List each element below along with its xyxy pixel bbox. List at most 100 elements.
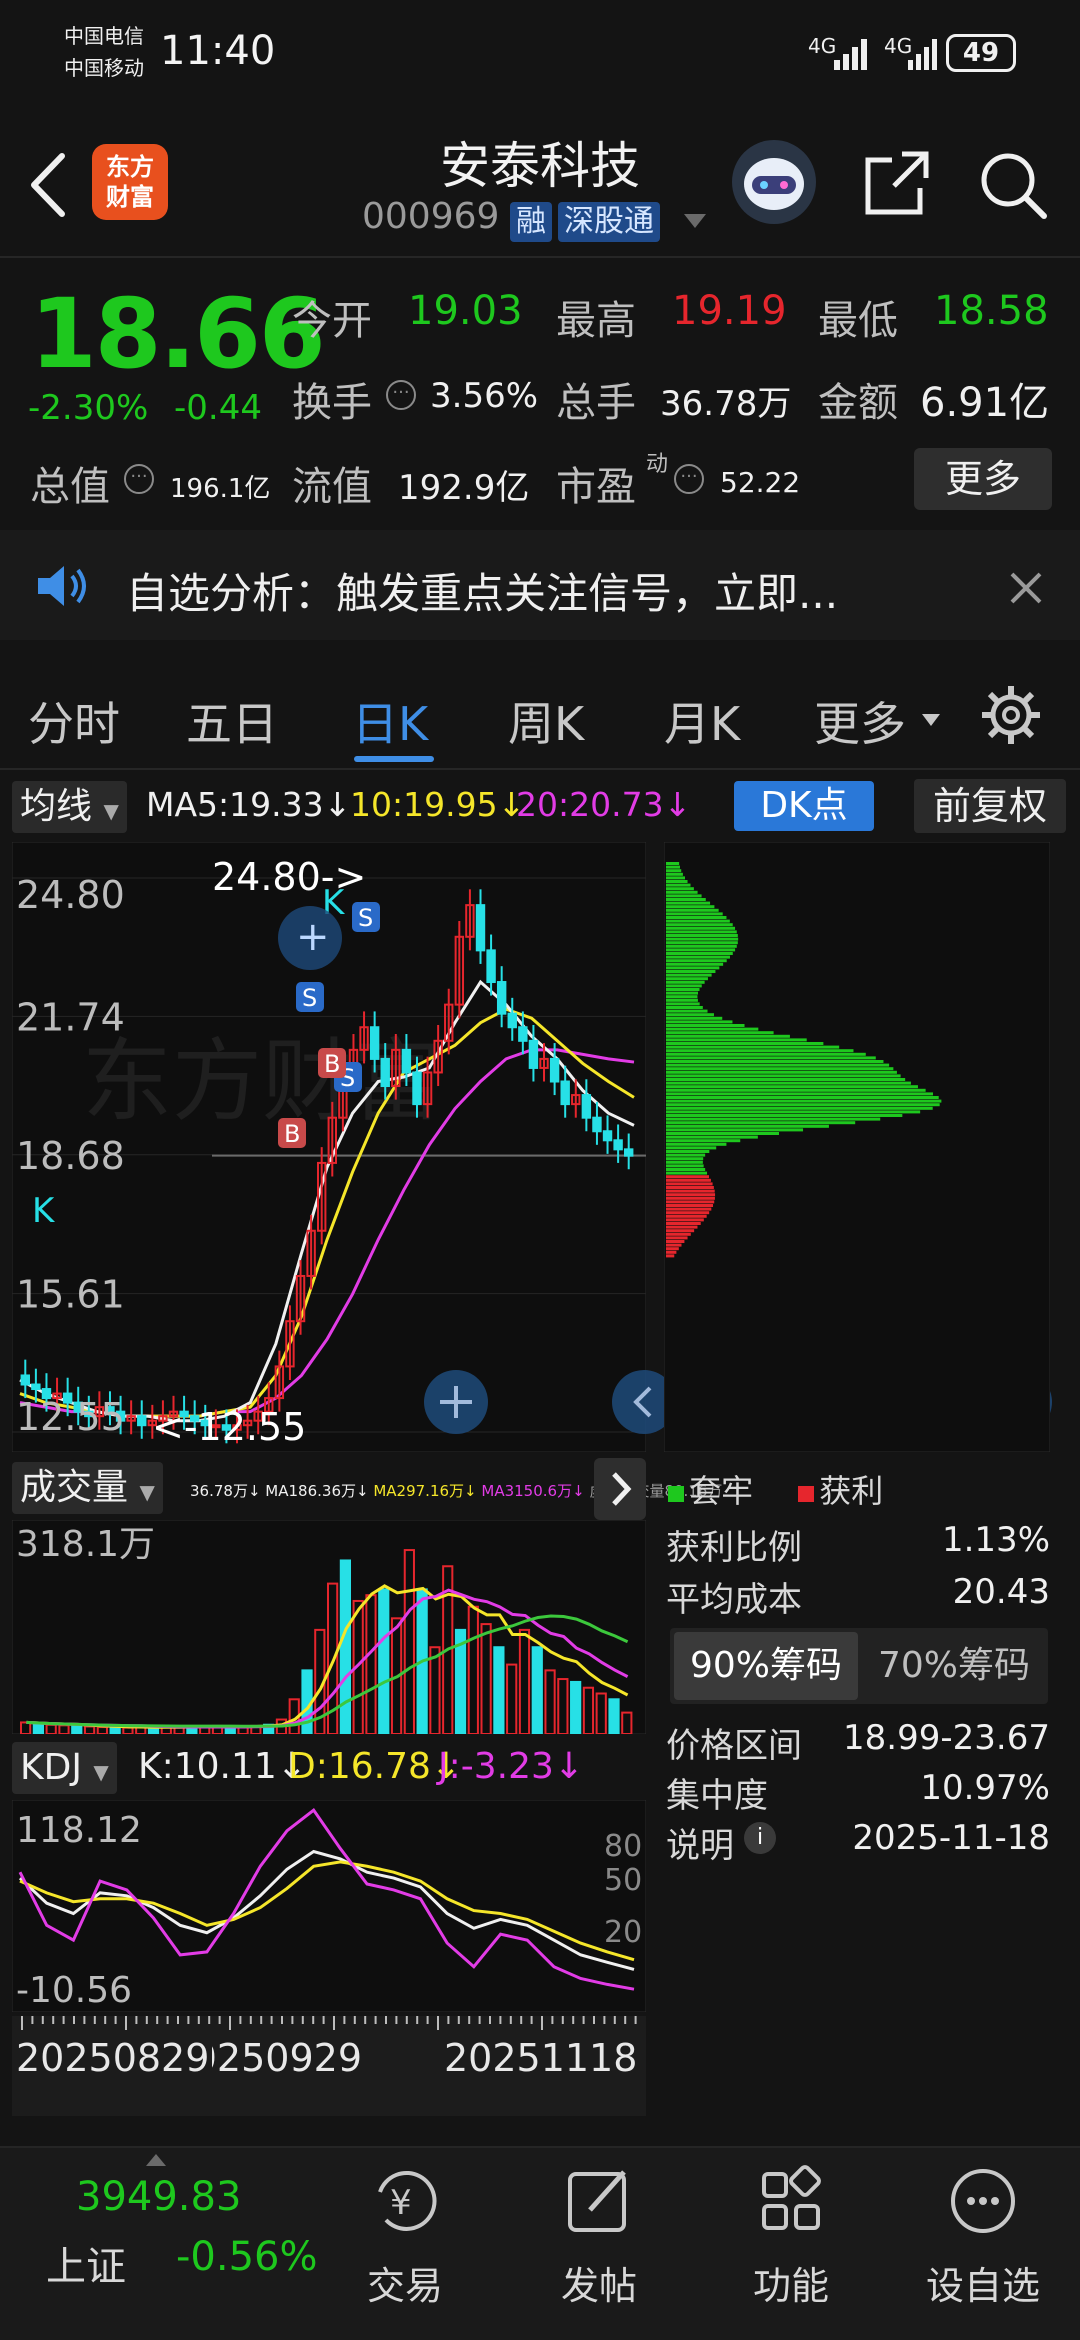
volume-expand-button[interactable] — [594, 1458, 646, 1520]
info-dots-icon[interactable]: ··· — [674, 464, 704, 494]
candle-body — [528, 1039, 539, 1069]
volume-bar — [570, 1680, 582, 1734]
chip-bar — [666, 1063, 890, 1067]
ma-dropdown[interactable]: 均线 ▼ — [12, 781, 127, 833]
pe-superscript: 动 — [646, 452, 669, 477]
index-change[interactable]: -0.56% — [176, 2234, 318, 2280]
chip-bar — [666, 948, 736, 952]
chip-bar — [666, 916, 727, 919]
nav-add-watchlist-label: 设自选 — [925, 2264, 1040, 2308]
profit-ratio-value: 1.13% — [941, 1520, 1050, 1560]
chip-bar — [666, 908, 719, 912]
close-icon[interactable] — [1008, 570, 1044, 606]
last-price: 18.66 — [30, 278, 326, 390]
concentration-value: 10.97% — [920, 1768, 1050, 1808]
date-tick-3: 20251118 — [444, 2036, 638, 2080]
chip-bar — [666, 1034, 790, 1038]
tab-70-chips[interactable]: 70%筹码 — [862, 1632, 1046, 1700]
battery-icon: 49 — [946, 34, 1016, 72]
chip-bar — [666, 1214, 707, 1218]
nav-trade[interactable]: ¥ 交易 — [330, 2162, 480, 2310]
chip-bar — [666, 872, 683, 876]
chip-bar — [666, 1132, 780, 1135]
chip-bar — [666, 1042, 824, 1045]
forward-adjust-button[interactable]: 前复权 — [914, 779, 1066, 833]
chip-bar — [666, 1092, 933, 1096]
open-label: 今开 — [292, 298, 372, 344]
chip-distribution-chart — [664, 842, 1050, 1452]
chip-bar — [666, 1236, 688, 1240]
plus-icon — [440, 1386, 472, 1418]
chip-bar — [666, 1229, 695, 1233]
chevron-down-icon[interactable] — [680, 210, 710, 234]
ma5-value: MA5:19.33↓ — [146, 785, 352, 824]
tab-intraday[interactable]: 分时 — [28, 688, 120, 754]
kdj-right-tick-50: 50 — [604, 1863, 642, 1898]
chip-bar — [666, 1193, 716, 1197]
chevron-down-icon: ▼ — [93, 1760, 109, 1784]
tab-more[interactable]: 更多 — [814, 688, 906, 754]
volume-bar — [378, 1588, 390, 1734]
tab-90-chips[interactable]: 90%筹码 — [674, 1632, 858, 1700]
more-quote-button[interactable]: 更多 — [914, 448, 1052, 510]
volume-dropdown-label: 成交量 — [20, 1467, 129, 1508]
gear-icon[interactable] — [980, 684, 1042, 746]
float-value: 192.9亿 — [398, 468, 530, 508]
robot-assistant-icon[interactable] — [732, 140, 816, 224]
search-icon[interactable] — [976, 148, 1048, 220]
turnover-value: 3.56% — [430, 376, 539, 416]
chip-bar — [666, 1110, 921, 1114]
ma-indicator-row: 均线 ▼ MA5:19.33↓ 10:19.95↓ 20:20.73↓ DK点 … — [0, 775, 1080, 841]
tab-daily-k[interactable]: 日K — [352, 688, 428, 754]
chip-legend: 套牢 获利 — [668, 1466, 1068, 1514]
index-name[interactable]: 上证 — [46, 2234, 126, 2292]
svg-text:S: S — [358, 904, 373, 932]
nav-post[interactable]: 发帖 — [524, 2162, 674, 2310]
nav-functions-label: 功能 — [752, 2264, 829, 2308]
chip-bar — [666, 977, 708, 981]
open-value: 19.03 — [408, 288, 523, 334]
dk-point-button[interactable]: DK点 — [734, 781, 874, 831]
chip-bar — [666, 1157, 704, 1161]
tab-monthly-k[interactable]: 月K — [664, 688, 740, 754]
chip-bar — [666, 1128, 804, 1132]
nav-functions[interactable]: 功能 — [716, 2162, 866, 2310]
chip-bar — [666, 883, 691, 887]
chip-bar — [666, 1006, 703, 1009]
quote-panel: 18.66 -2.30% -0.44 今开 19.03 最高 19.19 最低 … — [0, 258, 1080, 520]
volume-bar — [531, 1646, 543, 1734]
chip-bar — [666, 1016, 723, 1020]
volume-dropdown[interactable]: 成交量 ▼ — [12, 1462, 163, 1514]
avg-cost-label: 平均成本 — [666, 1580, 802, 1620]
chip-bar — [666, 1103, 940, 1107]
candlestick-chart[interactable]: 东方财富 24.80-> <-12.55 K K S S S B B 24.80… — [12, 842, 646, 1452]
chip-bar — [666, 1186, 714, 1189]
notice-banner[interactable]: 自选分析：触发重点关注信号，立即... — [0, 530, 1080, 640]
chip-bar — [666, 937, 739, 941]
info-dots-icon[interactable]: ··· — [124, 464, 154, 494]
tab-weekly-k[interactable]: 周K — [508, 688, 584, 754]
chip-bar — [666, 970, 716, 973]
info-dots-icon[interactable]: ··· — [386, 380, 416, 410]
candle-body — [613, 1139, 623, 1151]
chip-bar — [666, 1146, 717, 1150]
tab-five-day[interactable]: 五日 — [186, 688, 278, 754]
info-icon[interactable]: i — [744, 1822, 776, 1854]
kdj-chart: 118.12 -10.56 80 50 20 — [12, 1800, 646, 2012]
chip-bar — [666, 887, 694, 891]
chip-bar — [666, 1160, 703, 1164]
candle-body — [486, 949, 496, 984]
nav-add-watchlist[interactable]: 设自选 — [908, 2162, 1058, 2310]
kdj-dropdown[interactable]: KDJ ▼ — [12, 1742, 117, 1794]
kdj-k-value: K:10.11↓ — [138, 1746, 307, 1787]
margin-tag: 融 — [510, 202, 552, 242]
candle-body — [496, 981, 507, 1015]
profit-swatch — [798, 1486, 815, 1502]
kdj-d-value: D:16.78↓ — [288, 1746, 462, 1787]
chip-bar — [666, 1074, 901, 1078]
share-icon[interactable] — [862, 148, 932, 218]
candle-body — [412, 1071, 422, 1106]
index-value[interactable]: 3949.83 — [76, 2174, 241, 2220]
candle-body — [20, 1374, 30, 1386]
zoom-in-button[interactable] — [424, 1370, 488, 1434]
